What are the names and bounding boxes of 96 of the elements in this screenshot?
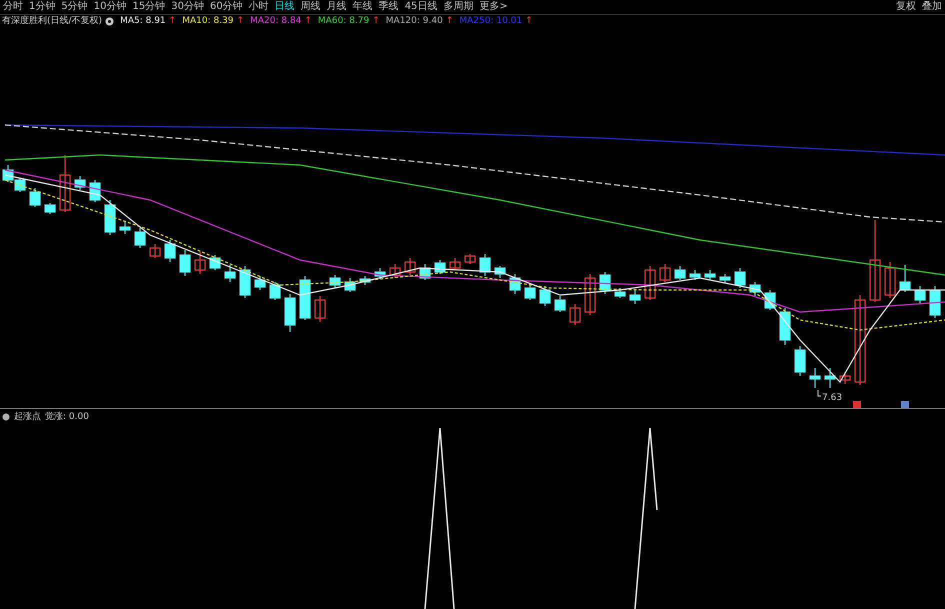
candlestick [404,258,416,276]
marker-icon [901,401,909,408]
candlestick [464,254,476,264]
candlestick [734,268,746,288]
candlestick [434,260,446,274]
arrow-icon: ↑ [304,15,312,28]
ma-reading: MA120: 9.40 [386,15,443,28]
candlestick [600,272,610,294]
candlestick [690,270,700,280]
candlestick [314,296,326,322]
arrow-icon: ↑ [168,15,176,28]
candlestick [300,276,310,320]
indicator-title: 起涨点 [14,410,41,423]
candlestick [914,286,926,304]
candlestick [570,304,580,326]
candlestick [660,264,670,282]
candlestick [44,202,56,214]
candlestick [704,270,716,280]
chart-title: 有深度胜利(日线/不复权) [2,15,102,28]
candlestick [210,254,220,270]
candlestick [330,274,340,288]
period-tab[interactable]: 日线 [274,0,295,14]
ma-reading: MA20: 8.84 [250,15,302,28]
candlestick [224,264,236,282]
candlestick [554,296,566,312]
arrow-icon: ↑ [446,15,454,28]
candlestick [120,222,130,234]
candlestick [240,266,250,298]
period-tab[interactable]: 15分钟 [132,0,166,14]
period-tab[interactable]: 小时 [248,0,269,14]
candlestick [104,200,116,236]
candlestick [810,368,820,388]
candlestick [374,268,386,280]
candlestick [510,274,520,294]
indicator-reading: 觉涨: 0.00 [45,410,89,423]
candlestick [824,368,836,388]
period-tab[interactable]: 月线 [326,0,347,14]
candlestick [584,274,596,316]
candlestick [480,254,490,276]
period-tab[interactable]: 年线 [352,0,373,14]
marker-icon [853,401,861,408]
toolbar-button[interactable]: 叠加 [922,0,942,14]
candlestick [614,288,626,298]
candlestick [360,276,370,286]
ma-reading: MA250: 10.01 [459,15,522,28]
period-tab[interactable]: 5分钟 [61,0,88,14]
arrow-icon: ↑ [236,15,244,28]
candlestick [30,188,40,208]
candlestick [180,250,190,276]
candlestick [780,308,790,346]
candlestick [420,264,430,280]
candlestick [150,244,160,258]
candlestick [270,282,280,300]
ma-reading: MA5: 8.91 [120,15,166,28]
candlestick [900,264,910,292]
toolbar-button[interactable]: 复权 [896,0,916,14]
arrow-icon: ↑ [372,15,380,28]
period-tab[interactable]: 10分钟 [94,0,126,14]
period-tab[interactable]: 周线 [300,0,321,14]
candlestick [74,176,86,190]
arrow-icon: ↑ [525,15,533,28]
leader-line [818,390,822,396]
period-tab[interactable]: 30分钟 [171,0,204,14]
low-price-label: 7.63 [822,393,842,403]
candlestick [254,276,266,290]
candlestick [794,346,806,376]
candlestick [2,164,14,182]
candlestick [720,274,730,284]
candlestick [14,178,26,192]
candlestick [630,290,640,304]
ma-reading: MA60: 8.79 [318,15,370,28]
period-tab[interactable]: 45日线 [404,0,438,14]
period-tab[interactable]: 60分钟 [210,0,243,14]
candlestick [194,252,206,274]
candlestick [60,154,70,212]
period-tab[interactable]: 季线 [378,0,399,14]
candlestick [284,294,296,332]
candlestick [164,240,176,262]
ma-reading: MA10: 8.39 [182,15,234,28]
period-tab[interactable]: 1分钟 [29,0,56,14]
candlestick [540,286,550,306]
candlestick [134,228,146,248]
candlestick [450,258,460,270]
candlestick [644,266,656,300]
candlestick [494,266,506,278]
candlestick [344,278,356,292]
candlestick [884,262,896,298]
candlestick [674,266,686,280]
period-tab[interactable]: 更多> [479,0,508,14]
candlestick [750,282,760,296]
candlestick [840,372,850,384]
candlestick [524,284,536,300]
candlestick [930,286,940,318]
period-tab[interactable]: 分时 [3,0,23,14]
period-tab[interactable]: 多周期 [443,0,474,14]
candlestick [390,264,400,278]
